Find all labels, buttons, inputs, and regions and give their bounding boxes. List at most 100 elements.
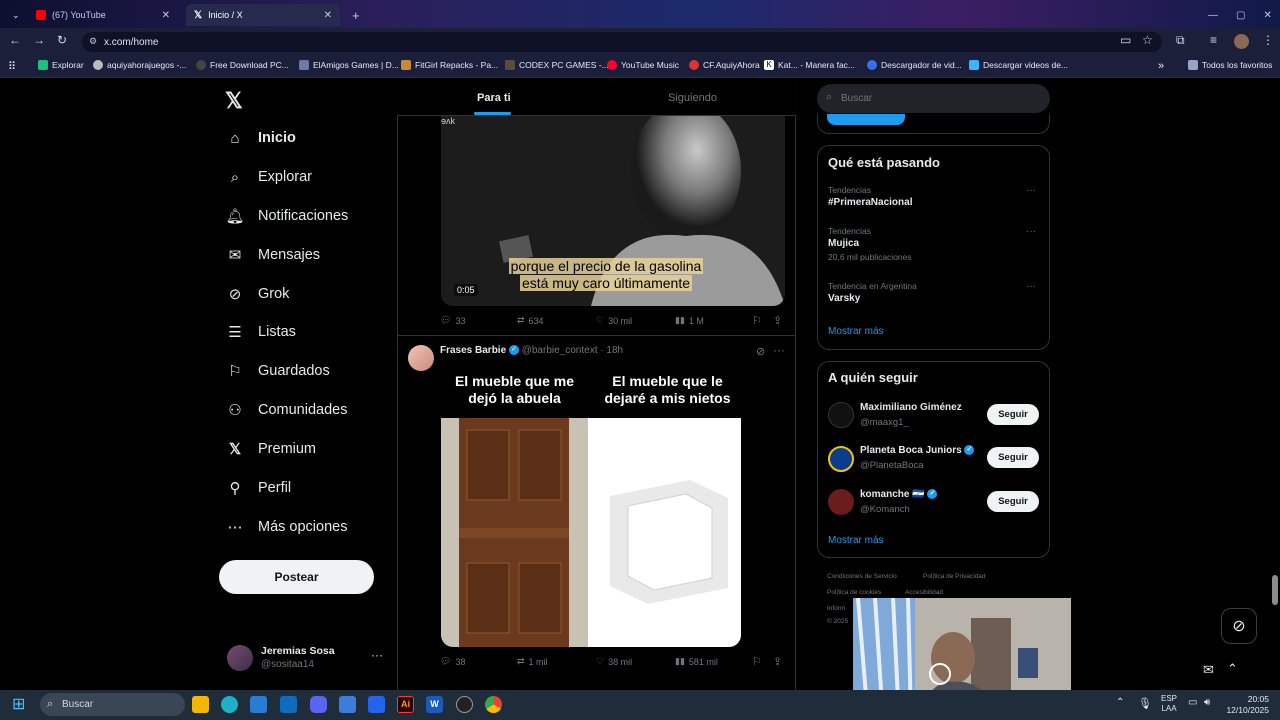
clock[interactable]: 20:05 12/10/2025 [1225,694,1269,716]
edge-icon[interactable] [221,696,238,713]
windows-start-icon[interactable]: ⊞ [12,694,25,714]
nav-item-inicio[interactable]: ⌂ Inicio [226,129,295,147]
close-icon[interactable]: ✕ [162,10,170,21]
forward-icon[interactable]: → [33,33,45,47]
post-button[interactable]: Postear [219,560,374,594]
reply-button[interactable]: 💬︎ 33 [440,315,465,326]
expand-up-icon[interactable]: ⌃ [1227,661,1238,677]
show-more-follow-link[interactable]: Mostrar más [828,535,884,546]
nav-item-listas[interactable]: ☰ Listas [226,323,296,341]
apps-icon[interactable]: ⠿ [8,60,16,73]
bookmark-item[interactable]: Descargar videos de... [969,60,1068,70]
steam-icon[interactable] [456,696,473,713]
follow-button[interactable]: Seguir [987,404,1039,425]
follow-name[interactable]: komanche 🇸🇻 ✓ [860,489,938,500]
nav-item-mas-opciones[interactable]: ⋯ Más opciones [226,518,348,536]
network-icon[interactable]: ▭ [1188,697,1197,708]
tweet-video[interactable]: ɘʌk porque el precio de la gasolina está… [441,116,785,306]
nav-item-premium[interactable]: 𝕏 Premium [226,440,316,458]
bookmark-item[interactable]: ElAmigos Games | D... [299,60,399,70]
restore-icon[interactable]: ▢ [1236,10,1245,21]
show-more-trends-link[interactable]: Mostrar más [828,326,884,337]
nav-item-perfil[interactable]: ⚲ Perfil [226,479,292,497]
author-handle[interactable]: @barbie_context [522,345,598,356]
nav-item-mensajes[interactable]: ✉ Mensajes [226,246,320,264]
bookmark-button[interactable]: ⚐ [752,655,762,668]
trend-item[interactable]: Tendencia en Argentina Varsky ··· [828,281,1038,304]
profile-avatar[interactable] [1234,34,1249,49]
more-bookmarks-icon[interactable]: » [1158,60,1164,72]
bookmark-button[interactable]: ⚐ [752,314,762,327]
close-window-icon[interactable]: ✕ [1263,10,1271,21]
language-indicator[interactable]: ESP LAA [1161,694,1177,714]
tab-siguiendo[interactable]: Siguiendo [668,92,717,104]
bookmark-item[interactable]: YouTube Music [607,60,679,70]
footer-link[interactable]: Política de cookies [827,589,881,596]
all-bookmarks[interactable]: Todos los favoritos [1188,60,1272,70]
share-button[interactable]: ⇪ [773,314,782,327]
file-explorer-icon[interactable] [192,696,209,713]
messages-drawer-icon[interactable]: ✉ [1203,662,1214,678]
avatar[interactable] [828,446,854,472]
follow-name[interactable]: Planeta Boca Juniors ✓ [860,445,975,456]
new-tab-button[interactable]: + [344,4,364,26]
microphone-icon[interactable]: 🎙︎ [1138,697,1152,710]
store-icon[interactable] [250,696,267,713]
back-icon[interactable]: ← [9,33,21,47]
bookmark-item[interactable]: FitGirl Repacks - Pa... [401,60,498,70]
search-input[interactable]: ⌕ Buscar [817,84,1050,113]
bookmark-item[interactable]: CODEX PC GAMES -... [505,60,609,70]
trend-item[interactable]: Tendencias #PrimeraNacional ··· [828,185,1038,208]
footer-link[interactable]: Accesibilidad [905,589,943,596]
app-icon[interactable] [368,696,385,713]
nav-item-comunidades[interactable]: ⚇ Comunidades [226,401,347,419]
photos-icon[interactable] [339,696,356,713]
scrollbar-thumb[interactable] [1272,575,1278,605]
views-button[interactable]: ▮▮ 1 M [675,315,704,326]
follow-name[interactable]: Maximiliano Giménez [860,402,962,413]
tab-para-ti[interactable]: Para ti [477,92,511,104]
share-button[interactable]: ⇪ [773,655,782,668]
avatar[interactable] [408,345,434,371]
nav-item-guardados[interactable]: ⚐ Guardados [226,362,329,380]
footer-link[interactable]: Inform [827,605,845,612]
cast-icon[interactable]: ▭ [1120,33,1131,47]
nav-item-grok[interactable]: ⊘ Grok [226,285,290,303]
nav-item-explorar[interactable]: ⌕ Explorar [226,168,312,186]
minimize-icon[interactable]: — [1208,10,1218,21]
tray-overflow-icon[interactable]: ⌃ [1116,697,1124,708]
like-button[interactable]: ♡ 30 mil [596,315,632,326]
like-button[interactable]: ♡ 38 mil [596,656,632,667]
volume-icon[interactable]: 🔊︎ [1204,697,1210,708]
footer-link[interactable]: Condiciones de Servicio [827,573,897,580]
avatar[interactable] [828,489,854,515]
more-icon[interactable]: ··· [1026,281,1036,292]
extensions-icon[interactable]: ⧉ [1176,33,1185,48]
bookmark-item[interactable]: aquiyahorajuegos -... [93,60,186,70]
tab-x-home[interactable]: 𝕏 Inicio / X ✕ [186,4,340,26]
reload-icon[interactable]: ↻ [57,33,67,47]
more-icon[interactable]: ··· [1026,185,1036,196]
discord-icon[interactable] [310,696,327,713]
more-icon[interactable]: ··· [773,343,785,357]
trend-item[interactable]: Tendencias Mujica 20,6 mil publicaciones… [828,226,1038,262]
tab-youtube[interactable]: (67) YouTube ✕ [28,4,178,26]
nav-item-notificaciones[interactable]: 🔔︎ Notificaciones [225,207,348,225]
illustrator-icon[interactable]: Ai [397,696,414,713]
footer-link[interactable]: Política de Privacidad [923,573,986,580]
tab-list-button[interactable]: ⌄ [4,4,22,26]
tweet-time[interactable]: 18h [606,345,623,356]
bookmark-item[interactable]: K Kat... - Manera fac... [764,60,855,70]
repost-button[interactable]: ⇄ 1 mil [517,656,548,667]
reply-button[interactable]: 💬︎ 38 [440,656,465,667]
address-bar[interactable]: ⚙ x.com/home [82,32,1162,52]
avatar[interactable] [828,402,854,428]
tweet-image[interactable]: El mueble que me dejó la abuela El muebl… [441,368,741,647]
reading-list-icon[interactable]: ≡ [1210,33,1217,47]
follow-button[interactable]: Seguir [987,491,1039,512]
views-button[interactable]: ▮▮ 581 mil [675,656,718,667]
bookmark-star-icon[interactable]: ☆ [1142,33,1153,47]
outlook-icon[interactable] [280,696,297,713]
author-name[interactable]: Frases Barbie [440,345,506,356]
bookmark-item[interactable]: Explorar [38,60,84,70]
